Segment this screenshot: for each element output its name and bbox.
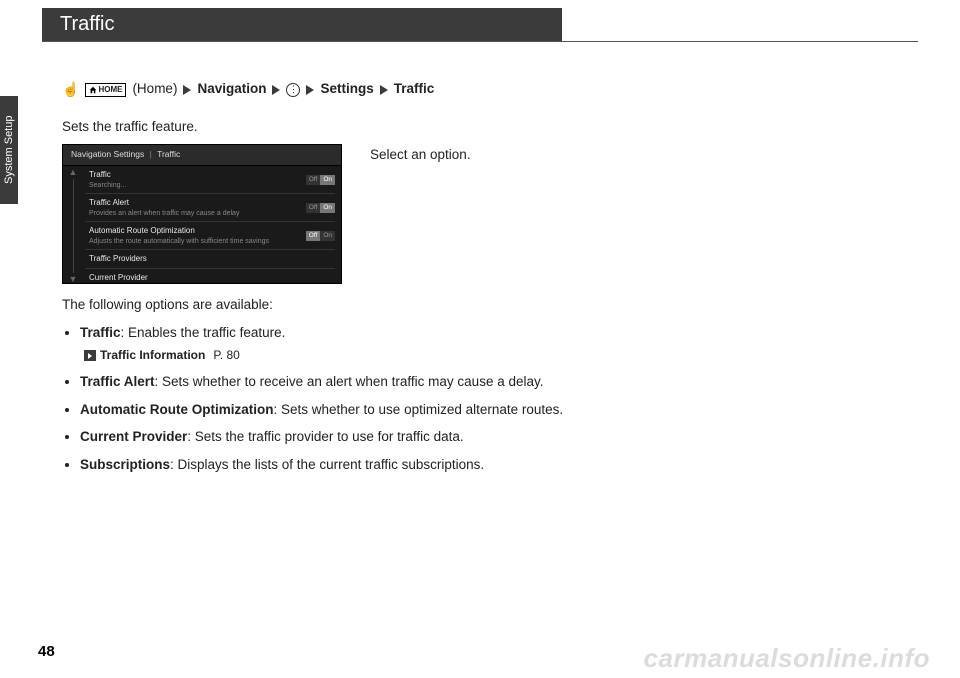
breadcrumb-arrow-icon	[183, 85, 191, 95]
cross-reference: Traffic Information P. 80	[84, 347, 790, 364]
option-desc: : Sets whether to receive an alert when …	[155, 374, 544, 389]
breadcrumb-settings: Settings	[320, 80, 373, 99]
home-paren: (Home)	[132, 80, 177, 99]
option-current-provider: Current Provider: Sets the traffic provi…	[80, 427, 790, 447]
breadcrumb: ☝ HOME (Home) Navigation ⋮ Settings Traf…	[62, 80, 892, 100]
divider-icon: |	[150, 149, 152, 159]
screenshot-row: Automatic Route OptimizationAdjusts the …	[85, 222, 335, 250]
screenshot-row-title: Automatic Route Optimization	[89, 225, 269, 236]
breadcrumb-traffic: Traffic	[394, 80, 435, 99]
option-label: Current Provider	[80, 429, 187, 444]
step-instruction: Select an option.	[370, 144, 471, 165]
step-row: Navigation Settings | Traffic ▲ ▼ Traffi…	[62, 144, 892, 284]
option-label: Subscriptions	[80, 457, 170, 472]
screenshot-row-title: Current Provider	[89, 272, 148, 283]
screenshot-header-right: Traffic	[157, 149, 180, 159]
toggle-icon: OffOn	[306, 203, 335, 214]
screenshot-row-title: Traffic Alert	[89, 197, 239, 208]
scroll-up-icon: ▲	[69, 168, 78, 177]
option-traffic: Traffic: Enables the traffic feature. Tr…	[80, 323, 790, 364]
option-desc: : Sets the traffic provider to use for t…	[187, 429, 463, 444]
screenshot-header: Navigation Settings | Traffic	[63, 145, 341, 166]
screenshot-row: Traffic Providers	[85, 250, 335, 268]
screenshot-row: Current ProviderUnknown	[85, 269, 335, 285]
scroll-down-icon: ▼	[69, 275, 78, 284]
xref-page: P. 80	[213, 347, 239, 364]
more-menu-icon: ⋮	[286, 83, 300, 97]
toggle-icon: OffOn	[306, 175, 335, 186]
breadcrumb-arrow-icon	[306, 85, 314, 95]
header-bar: Traffic	[42, 8, 918, 42]
screenshot-row-subtitle: Provides an alert when traffic may cause…	[89, 209, 239, 219]
option-desc: : Displays the lists of the current traf…	[170, 457, 484, 472]
screenshot-row-subtitle: Unknown	[89, 283, 148, 285]
xref-title: Traffic Information	[100, 347, 205, 364]
screenshot-row: TrafficSearching... OffOn	[85, 166, 335, 194]
screenshot-scrollbar: ▲ ▼	[67, 168, 79, 284]
breadcrumb-navigation: Navigation	[197, 80, 266, 99]
page-number: 48	[38, 643, 55, 660]
watermark: carmanualsonline.info	[644, 643, 930, 674]
page-title: Traffic	[42, 8, 562, 41]
screenshot-row: Traffic AlertProvides an alert when traf…	[85, 194, 335, 222]
options-list: Traffic: Enables the traffic feature. Tr…	[62, 323, 892, 474]
option-label: Automatic Route Optimization	[80, 402, 274, 417]
option-traffic-alert: Traffic Alert: Sets whether to receive a…	[80, 372, 790, 392]
toggle-icon: OffOn	[306, 231, 335, 242]
option-auto-route-optimization: Automatic Route Optimization: Sets wheth…	[80, 400, 790, 420]
home-icon-label: HOME	[98, 86, 122, 94]
option-label: Traffic Alert	[80, 374, 155, 389]
home-icon: HOME	[85, 83, 126, 97]
breadcrumb-arrow-icon	[272, 85, 280, 95]
option-desc: : Enables the traffic feature.	[121, 325, 286, 340]
screenshot-row-title: Traffic	[89, 169, 126, 180]
nav-settings-screenshot: Navigation Settings | Traffic ▲ ▼ Traffi…	[62, 144, 342, 284]
option-subscriptions: Subscriptions: Displays the lists of the…	[80, 455, 790, 475]
content-area: ☝ HOME (Home) Navigation ⋮ Settings Traf…	[62, 80, 892, 483]
select-hand-icon: ☝	[62, 80, 79, 100]
options-intro: The following options are available:	[62, 296, 892, 315]
screenshot-row-title: Traffic Providers	[89, 253, 147, 264]
side-tab-system-setup: System Setup	[0, 96, 18, 204]
option-desc: : Sets whether to use optimized alternat…	[274, 402, 564, 417]
xref-arrow-icon	[84, 350, 96, 361]
screenshot-row-subtitle: Adjusts the route automatically with suf…	[89, 237, 269, 247]
screenshot-row-subtitle: Searching...	[89, 181, 126, 191]
breadcrumb-arrow-icon	[380, 85, 388, 95]
screenshot-header-left: Navigation Settings	[71, 149, 144, 159]
option-label: Traffic	[80, 325, 121, 340]
intro-text: Sets the traffic feature.	[62, 118, 892, 137]
